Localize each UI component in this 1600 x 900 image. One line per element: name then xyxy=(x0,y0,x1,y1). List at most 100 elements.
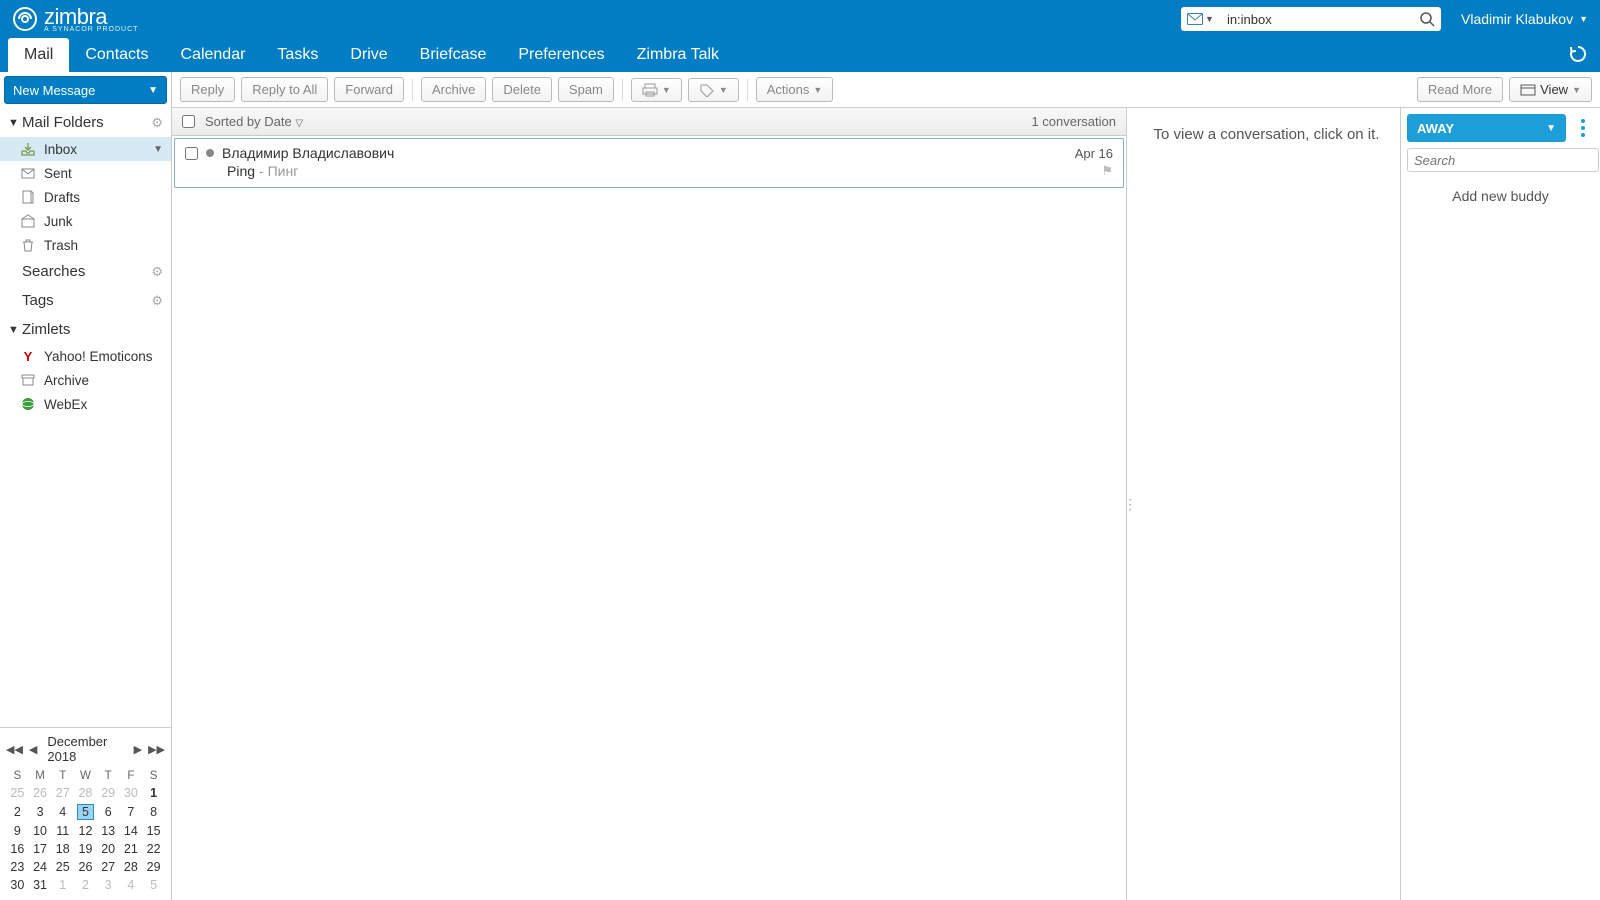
cal-day[interactable]: 10 xyxy=(29,822,52,840)
cal-day[interactable]: 30 xyxy=(120,784,143,802)
cal-day[interactable]: 1 xyxy=(142,784,165,802)
message-checkbox[interactable] xyxy=(185,147,198,160)
cal-day[interactable]: 28 xyxy=(120,858,143,876)
tab-calendar[interactable]: Calendar xyxy=(164,38,261,72)
cal-day[interactable]: 24 xyxy=(29,858,52,876)
folder-inbox[interactable]: Inbox▼ xyxy=(0,137,171,161)
tab-tasks[interactable]: Tasks xyxy=(261,38,334,72)
message-item[interactable]: Владимир ВладиславовичApr 16Ping - Пинг⚑ xyxy=(174,138,1124,188)
view-dropdown[interactable]: View▼ xyxy=(1509,77,1592,102)
cal-day[interactable]: 1 xyxy=(51,876,74,894)
forward-button[interactable]: Forward xyxy=(334,77,404,102)
refresh-button[interactable] xyxy=(1568,44,1588,64)
cal-prev-month[interactable]: ◀ xyxy=(29,743,37,756)
tab-briefcase[interactable]: Briefcase xyxy=(404,38,503,72)
select-all-checkbox[interactable] xyxy=(182,115,195,128)
cal-day[interactable]: 2 xyxy=(74,876,97,894)
cal-day[interactable]: 3 xyxy=(97,876,120,894)
zimlet-yahoo-emoticons[interactable]: YYahoo! Emoticons xyxy=(0,344,171,368)
cal-day[interactable]: 6 xyxy=(97,802,120,822)
cal-day[interactable]: 5 xyxy=(74,802,97,822)
cal-day[interactable]: 15 xyxy=(142,822,165,840)
tag-dropdown[interactable]: ▼ xyxy=(688,78,739,102)
cal-day[interactable]: 27 xyxy=(51,784,74,802)
delete-button[interactable]: Delete xyxy=(492,77,552,102)
cal-day[interactable]: 28 xyxy=(74,784,97,802)
cal-day[interactable]: 30 xyxy=(6,876,29,894)
tab-zimbra-talk[interactable]: Zimbra Talk xyxy=(621,38,735,72)
cal-day[interactable]: 9 xyxy=(6,822,29,840)
cal-day[interactable]: 14 xyxy=(120,822,143,840)
folder-junk[interactable]: Junk xyxy=(0,209,171,233)
tab-preferences[interactable]: Preferences xyxy=(502,38,620,72)
search-icon[interactable] xyxy=(1419,11,1435,27)
zimlet-archive[interactable]: Archive xyxy=(0,368,171,392)
chat-search-input[interactable] xyxy=(1407,148,1599,172)
cal-day[interactable]: 21 xyxy=(120,840,143,858)
cal-day[interactable]: 23 xyxy=(6,858,29,876)
cal-day[interactable]: 27 xyxy=(97,858,120,876)
print-dropdown[interactable]: ▼ xyxy=(631,78,682,102)
actions-dropdown[interactable]: Actions▼ xyxy=(756,77,834,102)
cal-day[interactable]: 26 xyxy=(29,784,52,802)
folder-drafts[interactable]: Drafts xyxy=(0,185,171,209)
cal-day[interactable]: 2 xyxy=(6,802,29,822)
cal-day[interactable]: 29 xyxy=(97,784,120,802)
cal-day[interactable]: 18 xyxy=(51,840,74,858)
gear-icon[interactable]: ⚙ xyxy=(151,293,163,309)
cal-next-month[interactable]: ▶ xyxy=(134,743,142,756)
section-tags[interactable]: Tags ⚙ xyxy=(0,286,171,315)
cal-day[interactable]: 29 xyxy=(142,858,165,876)
user-menu[interactable]: Vladimir Klabukov ▼ xyxy=(1461,11,1588,27)
chevron-down-icon[interactable]: ▼ xyxy=(153,144,163,155)
cal-next-year[interactable]: ▶▶ xyxy=(148,743,165,756)
section-searches[interactable]: Searches ⚙ xyxy=(0,257,171,286)
read-more-button[interactable]: Read More xyxy=(1417,77,1503,102)
zimlet-webex[interactable]: WebEx xyxy=(0,392,171,416)
section-zimlets[interactable]: ▼ Zimlets xyxy=(0,315,171,344)
cal-day[interactable]: 4 xyxy=(51,802,74,822)
gear-icon[interactable]: ⚙ xyxy=(151,115,163,131)
archive-button[interactable]: Archive xyxy=(421,77,486,102)
cal-day[interactable]: 25 xyxy=(6,784,29,802)
cal-title[interactable]: December 2018 xyxy=(47,734,123,764)
folder-trash[interactable]: Trash xyxy=(0,233,171,257)
cal-day[interactable]: 25 xyxy=(51,858,74,876)
cal-day[interactable]: 26 xyxy=(74,858,97,876)
reply-all-button[interactable]: Reply to All xyxy=(241,77,328,102)
section-mail-folders[interactable]: ▼ Mail Folders ⚙ xyxy=(0,108,171,137)
cal-day[interactable]: 4 xyxy=(120,876,143,894)
cal-day[interactable]: 5 xyxy=(142,876,165,894)
flag-icon[interactable]: ⚑ xyxy=(1101,163,1113,179)
sort-dropdown[interactable]: Sorted by Date ▽ xyxy=(205,114,303,129)
chat-menu-button[interactable] xyxy=(1572,119,1594,137)
cal-day[interactable]: 31 xyxy=(29,876,52,894)
new-message-button[interactable]: New Message ▼ xyxy=(4,76,167,104)
folder-sent[interactable]: Sent xyxy=(0,161,171,185)
cal-day[interactable]: 7 xyxy=(120,802,143,822)
cal-day[interactable]: 17 xyxy=(29,840,52,858)
cal-day[interactable]: 8 xyxy=(142,802,165,822)
cal-prev-year[interactable]: ◀◀ xyxy=(6,743,23,756)
cal-day[interactable]: 12 xyxy=(74,822,97,840)
cal-day[interactable]: 22 xyxy=(142,840,165,858)
spam-button[interactable]: Spam xyxy=(558,77,614,102)
chevron-down-icon[interactable]: ▼ xyxy=(148,85,158,96)
cal-day[interactable]: 11 xyxy=(51,822,74,840)
tab-drive[interactable]: Drive xyxy=(334,38,403,72)
cal-day[interactable]: 20 xyxy=(97,840,120,858)
search-scope-dropdown[interactable]: ▼ xyxy=(1187,13,1221,25)
chat-status-dropdown[interactable]: AWAY ▼ xyxy=(1407,114,1566,142)
tab-contacts[interactable]: Contacts xyxy=(69,38,164,72)
brand-logo[interactable]: zimbra A SYNACOR PRODUCT xyxy=(12,6,138,33)
gear-icon[interactable]: ⚙ xyxy=(151,264,163,280)
cal-day[interactable]: 3 xyxy=(29,802,52,822)
add-buddy-link[interactable]: Add new buddy xyxy=(1407,188,1594,204)
tab-mail[interactable]: Mail xyxy=(8,38,69,72)
global-search[interactable]: ▼ xyxy=(1181,7,1441,31)
cal-day[interactable]: 19 xyxy=(74,840,97,858)
search-input[interactable] xyxy=(1221,12,1419,27)
cal-day[interactable]: 13 xyxy=(97,822,120,840)
cal-day[interactable]: 16 xyxy=(6,840,29,858)
reply-button[interactable]: Reply xyxy=(180,77,235,102)
